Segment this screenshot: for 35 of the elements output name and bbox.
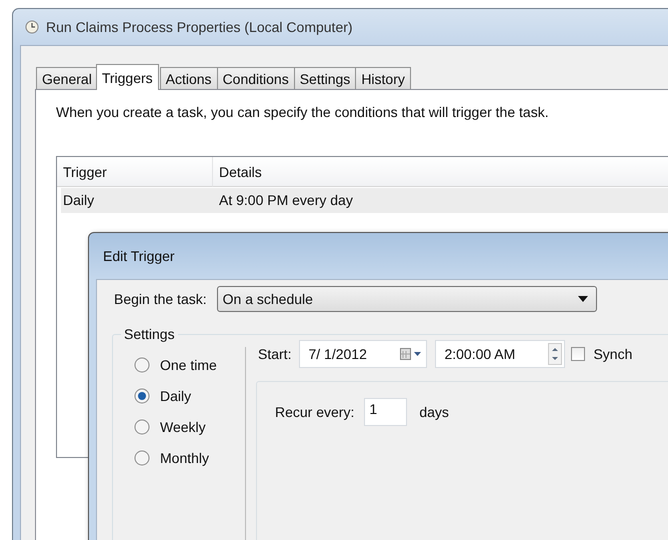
spinner-icon[interactable] bbox=[548, 343, 562, 365]
begin-dropdown[interactable]: On a schedule bbox=[216, 286, 597, 312]
dialog-title: Edit Trigger bbox=[102, 247, 176, 266]
window-title: Run Claims Process Properties (Local Computer) bbox=[46, 19, 353, 35]
description-text: When you create a task, you can specify the conditions that will trigger the task. bbox=[56, 104, 550, 120]
radio-button[interactable]: Monthly bbox=[134, 450, 245, 466]
date-picker[interactable]: 7/ 1/2012 bbox=[299, 340, 428, 368]
radio-icon[interactable] bbox=[134, 388, 150, 404]
begin-label: Begin the task: bbox=[114, 291, 207, 307]
checkbox[interactable] bbox=[571, 347, 586, 361]
time-field[interactable]: 2:00:00 AM bbox=[435, 340, 566, 368]
radio-button[interactable]: Weekly bbox=[134, 419, 245, 435]
tab[interactable]: General bbox=[36, 67, 98, 89]
radio-icon[interactable] bbox=[134, 419, 150, 435]
radio-button[interactable]: One time bbox=[134, 357, 245, 373]
caret-icon[interactable] bbox=[578, 296, 588, 302]
tab[interactable]: Actions bbox=[160, 67, 218, 89]
tab[interactable]: Triggers bbox=[96, 64, 159, 90]
start-label: Start: bbox=[258, 346, 292, 362]
column-header[interactable]: Trigger bbox=[57, 157, 213, 187]
table-row[interactable]: Daily At 9:00 PM every day bbox=[61, 188, 668, 213]
tab[interactable]: Conditions bbox=[216, 67, 295, 89]
radio-icon[interactable] bbox=[134, 450, 150, 466]
clock-icon bbox=[25, 20, 39, 34]
recur-label: Recur every: bbox=[275, 404, 354, 420]
radio-icon[interactable] bbox=[134, 357, 150, 373]
tab[interactable]: Settings bbox=[294, 67, 356, 89]
sync-label: Synch bbox=[593, 346, 632, 362]
tab[interactable]: History bbox=[355, 67, 411, 89]
days-label: days bbox=[419, 404, 449, 420]
table-cell-text: At 9:00 PM every day bbox=[218, 191, 354, 210]
table-cell-text: Daily bbox=[62, 191, 96, 210]
radio-button[interactable]: Daily bbox=[134, 388, 245, 404]
recur-field[interactable]: 1 bbox=[364, 398, 408, 426]
calendar-icon[interactable] bbox=[400, 348, 422, 360]
